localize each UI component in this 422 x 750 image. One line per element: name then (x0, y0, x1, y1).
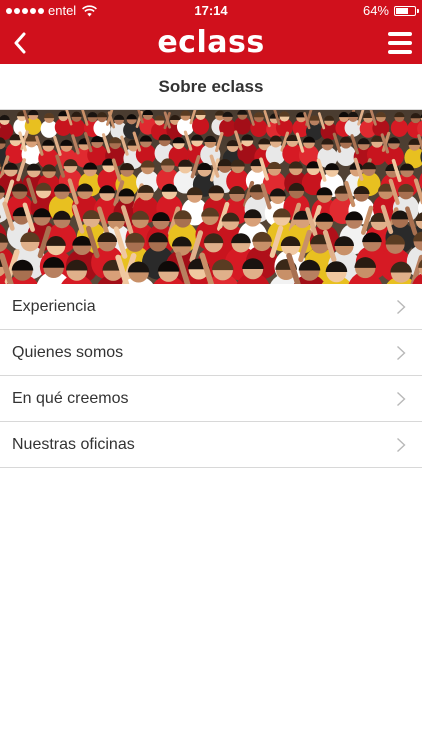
chevron-right-icon (397, 437, 406, 452)
team-photo (0, 110, 422, 284)
menu-item-label: Quienes somos (12, 343, 124, 361)
chevron-right-icon (397, 299, 406, 314)
about-menu-list: Experiencia Quienes somos En qué creemos… (0, 284, 422, 468)
battery-icon (394, 6, 419, 16)
battery-level (396, 8, 408, 14)
menu-item-nuestras-oficinas[interactable]: Nuestras oficinas (0, 422, 422, 468)
brand-logo[interactable]: eclass (0, 26, 422, 60)
status-right: 64% (362, 3, 419, 19)
page-title: Sobre eclass (158, 76, 264, 96)
menu-item-label: En qué creemos (12, 389, 129, 407)
status-bar: entel 17:14 64% (0, 0, 422, 22)
page-header: Sobre eclass (0, 64, 422, 110)
chevron-right-icon (397, 391, 406, 406)
hamburger-menu-icon-line (388, 50, 412, 54)
menu-item-label: Nuestras oficinas (12, 435, 135, 453)
nav-bar: eclass (0, 22, 422, 64)
menu-button[interactable] (386, 29, 414, 57)
menu-item-label: Experiencia (12, 297, 96, 315)
hamburger-menu-icon-line (388, 41, 412, 45)
menu-item-en-que-creemos[interactable]: En qué creemos (0, 376, 422, 422)
status-time: 17:14 (194, 3, 228, 18)
menu-item-experiencia[interactable]: Experiencia (0, 284, 422, 330)
crowd-photo-image (0, 110, 422, 284)
hamburger-menu-icon (388, 32, 412, 36)
chevron-right-icon (397, 345, 406, 360)
menu-item-quienes-somos[interactable]: Quienes somos (0, 330, 422, 376)
battery-percentage: 64% (362, 3, 389, 18)
screen: entel 17:14 64% eclass Sobre eclass Expe… (0, 0, 422, 750)
top-bar: entel 17:14 64% eclass (0, 0, 422, 64)
